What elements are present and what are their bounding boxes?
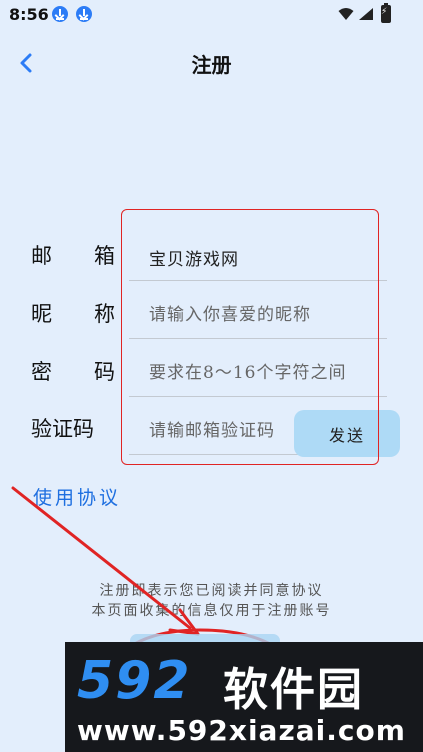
- nickname-label: 昵称: [31, 302, 115, 326]
- usage-agreement-link[interactable]: 使用协议: [33, 483, 121, 510]
- battery-charging-icon: [381, 3, 391, 23]
- status-time: 8:56: [9, 5, 49, 24]
- signal-icon: [359, 8, 373, 20]
- download-icon: [52, 6, 68, 22]
- email-label: 邮箱: [31, 244, 115, 268]
- site-watermark: 592 软件园 www.592xiazai.com: [65, 642, 423, 752]
- notice-line-1: 注册即表示您已阅读并同意协议: [99, 583, 324, 599]
- status-bar: 8:56: [0, 0, 423, 28]
- watermark-url: www.592xiazai.com: [77, 714, 406, 747]
- annotation-highlight-box: [121, 209, 379, 465]
- password-label: 密码: [31, 360, 115, 384]
- notice-line-2: 本页面收集的信息仅用于注册账号: [91, 603, 332, 619]
- watermark-brand-number: 592: [77, 651, 192, 711]
- page-title: 注册: [191, 53, 232, 77]
- download-icon: [76, 6, 92, 22]
- code-label: 验证码: [31, 417, 94, 441]
- watermark-brand-name: 软件园: [223, 663, 365, 716]
- wifi-icon: [338, 8, 354, 20]
